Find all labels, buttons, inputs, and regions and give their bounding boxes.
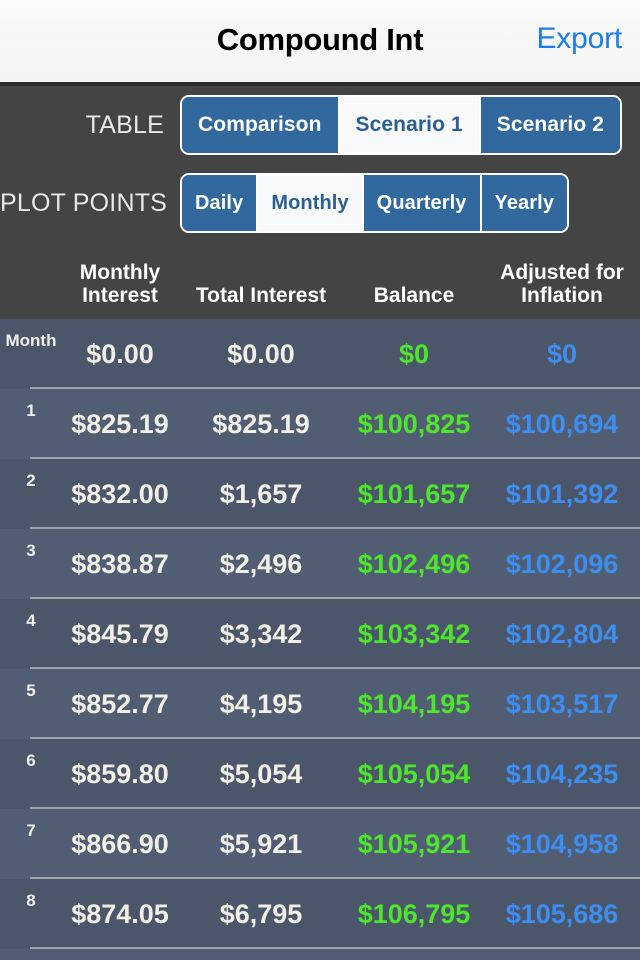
table-row[interactable]: 4 $845.79 $3,342 $103,342 $102,804 <box>0 599 640 669</box>
table-segmented-control[interactable]: Comparison Scenario 1 Scenario 2 <box>180 95 622 155</box>
cell-total-interest: $5,921 <box>219 828 303 859</box>
cell-adjusted-for-inflation: $102,096 <box>505 548 619 579</box>
segment-quarterly[interactable]: Quarterly <box>363 175 482 231</box>
cell-balance: $105,921 <box>357 828 471 859</box>
plot-points-selector-row: PLOT POINTS Daily Monthly Quarterly Year… <box>0 164 640 242</box>
cell-month: 5 <box>26 681 36 700</box>
data-table[interactable]: Month $0.00 $0.00 $0 $0 1 $825.19 $825.19 $100,8… <box>0 319 640 960</box>
cell-total-interest: $3,342 <box>219 618 303 649</box>
cell-adjusted-for-inflation: $100,694 <box>505 408 619 439</box>
export-button[interactable]: Export <box>536 24 622 58</box>
cell-balance: $101,657 <box>357 478 471 509</box>
cell-month: Month <box>5 331 57 350</box>
segment-comparison[interactable]: Comparison <box>182 97 340 153</box>
table-row[interactable]: 9$881.27$7,677$107,677$106,420 <box>0 949 640 960</box>
cell-adjusted-for-inflation: $104,235 <box>505 758 619 789</box>
cell-monthly-interest: $825.19 <box>71 408 169 439</box>
cell-balance: $106,795 <box>357 898 471 929</box>
cell-total-interest: $1,657 <box>219 478 303 509</box>
cell-total-interest: $5,054 <box>219 758 303 789</box>
cell-adjusted-for-inflation: $104,958 <box>505 828 619 859</box>
table-column-headers: Monthly Interest Total Interest Balance … <box>0 242 640 314</box>
cell-monthly-interest: $852.77 <box>71 688 169 719</box>
table-row[interactable]: 1 $825.19 $825.19 $100,825 $100,694 <box>0 389 640 459</box>
column-header-adjusted-for-inflation: Adjusted for Inflation <box>500 260 624 308</box>
cell-total-interest: $0.00 <box>227 338 295 369</box>
cell-monthly-interest: $859.80 <box>71 758 169 789</box>
table-row[interactable]: 8 $874.05 $6,795 $106,795 $105,686 <box>0 879 640 949</box>
app-root: Compound Int Export TABLE Comparison Sce… <box>0 0 640 960</box>
table-row[interactable]: 5 $852.77 $4,195 $104,195 $103,517 <box>0 669 640 739</box>
cell-month: 1 <box>26 401 36 420</box>
plot-points-label: PLOT POINTS <box>0 188 168 217</box>
cell-monthly-interest: $845.79 <box>71 618 169 649</box>
cell-adjusted-for-inflation: $103,517 <box>505 688 619 719</box>
table-row[interactable]: 7 $866.90 $5,921 $105,921 $104,958 <box>0 809 640 879</box>
column-header-monthly-interest: Monthly Interest <box>79 260 161 308</box>
segment-scenario-1[interactable]: Scenario 1 <box>339 97 481 153</box>
cell-total-interest: $2,496 <box>219 548 303 579</box>
cell-adjusted-for-inflation: $101,392 <box>505 478 619 509</box>
column-header-balance: Balance <box>373 284 455 308</box>
cell-total-interest: $825.19 <box>212 408 310 439</box>
table-row[interactable]: Month $0.00 $0.00 $0 $0 <box>0 319 640 389</box>
table-row[interactable]: 2 $832.00 $1,657 $101,657 $101,392 <box>0 459 640 529</box>
segment-monthly[interactable]: Monthly <box>258 175 364 231</box>
cell-month: 2 <box>26 471 36 490</box>
cell-adjusted-for-inflation: $102,804 <box>505 618 619 649</box>
cell-balance: $105,054 <box>357 758 471 789</box>
cell-month: 4 <box>26 611 36 630</box>
cell-total-interest: $4,195 <box>219 688 303 719</box>
cell-monthly-interest: $838.87 <box>71 548 169 579</box>
table-row[interactable]: 3 $838.87 $2,496 $102,496 $102,096 <box>0 529 640 599</box>
segment-daily[interactable]: Daily <box>182 175 259 231</box>
plot-points-segmented-control[interactable]: Daily Monthly Quarterly Yearly <box>180 173 570 233</box>
cell-balance: $103,342 <box>357 618 471 649</box>
cell-monthly-interest: $832.00 <box>71 478 169 509</box>
column-header-total-interest: Total Interest <box>195 284 327 308</box>
cell-balance: $0 <box>398 338 430 369</box>
cell-monthly-interest: $866.90 <box>71 828 169 859</box>
table-selector-label: TABLE <box>85 110 164 139</box>
cell-month: 9 <box>0 949 62 960</box>
cell-balance: $102,496 <box>357 548 471 579</box>
table-selector-row: TABLE Comparison Scenario 1 Scenario 2 <box>0 86 640 164</box>
cell-adjusted-for-inflation: $105,686 <box>505 898 619 929</box>
cell-month: 7 <box>26 821 36 840</box>
cell-month: 8 <box>26 891 36 910</box>
cell-month: 3 <box>26 541 36 560</box>
cell-balance: $100,825 <box>357 408 471 439</box>
cell-monthly-interest: $874.05 <box>71 898 169 929</box>
segment-yearly[interactable]: Yearly <box>481 175 568 231</box>
controls-panel: TABLE Comparison Scenario 1 Scenario 2 P… <box>0 86 640 319</box>
page-title: Compound Int <box>216 21 424 57</box>
table-row[interactable]: 6 $859.80 $5,054 $105,054 $104,235 <box>0 739 640 809</box>
navigation-bar: Compound Int Export <box>0 0 640 86</box>
cell-total-interest: $6,795 <box>219 898 303 929</box>
cell-adjusted-for-inflation: $0 <box>546 338 578 369</box>
segment-scenario-2[interactable]: Scenario 2 <box>480 97 620 153</box>
cell-balance: $104,195 <box>357 688 471 719</box>
cell-month: 6 <box>26 751 36 770</box>
cell-monthly-interest: $0.00 <box>86 338 154 369</box>
